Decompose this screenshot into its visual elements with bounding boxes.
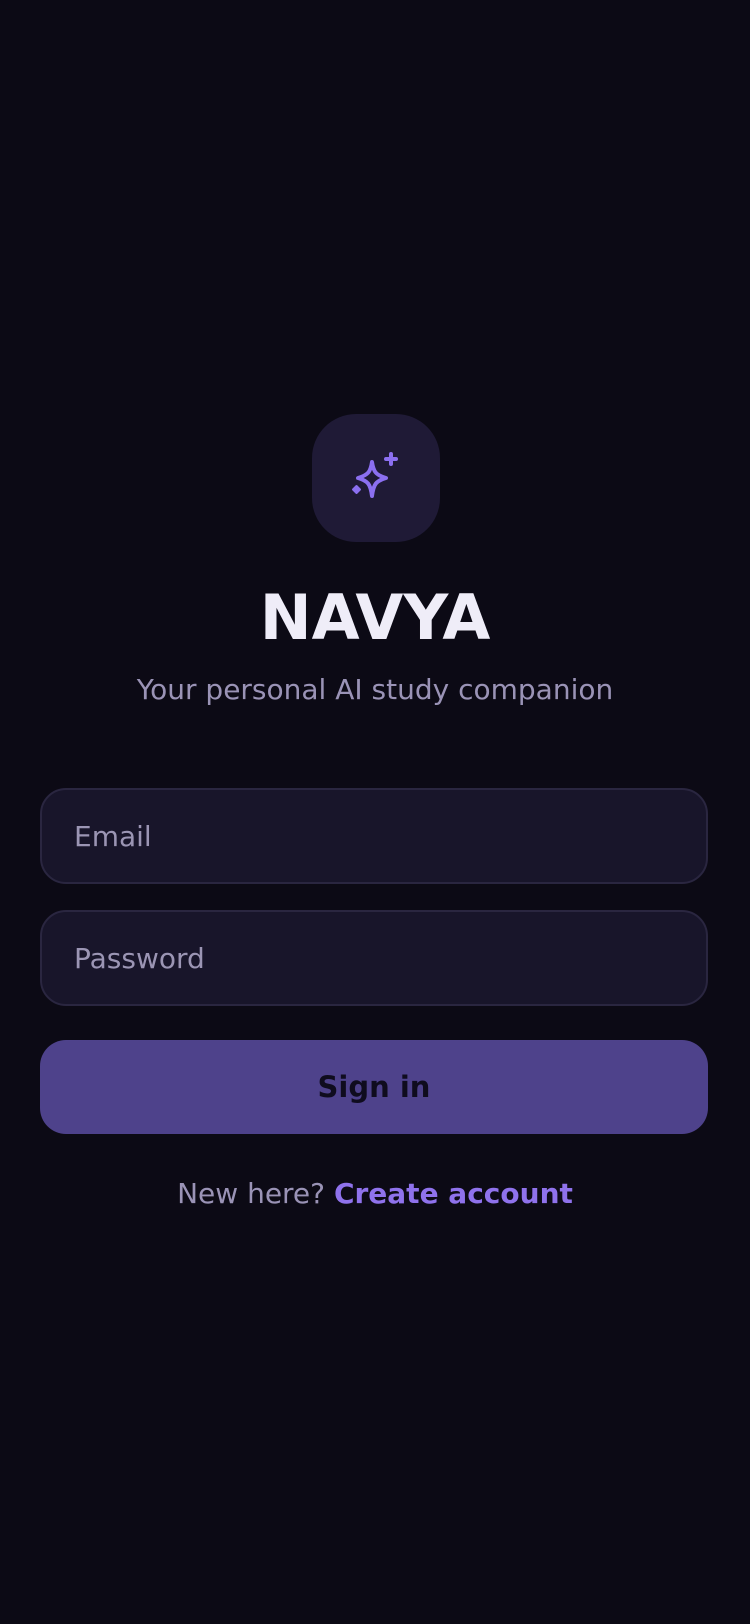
- app-subtitle: Your personal AI study companion: [136, 673, 614, 706]
- email-field[interactable]: [74, 819, 674, 853]
- email-field-container: [40, 788, 708, 884]
- sparkles-icon: [352, 452, 398, 498]
- login-screen: NAVYA Your personal AI study companion S…: [0, 0, 750, 1624]
- create-account-prompt: New here? Create account: [0, 1174, 750, 1214]
- app-title: NAVYA: [259, 581, 491, 654]
- create-account-link[interactable]: Create account: [334, 1177, 573, 1210]
- password-field-container: [40, 910, 708, 1006]
- new-here-text: New here?: [177, 1177, 326, 1210]
- app-logo: [312, 414, 440, 542]
- password-field[interactable]: [74, 941, 674, 975]
- sign-in-button[interactable]: Sign in: [40, 1040, 708, 1134]
